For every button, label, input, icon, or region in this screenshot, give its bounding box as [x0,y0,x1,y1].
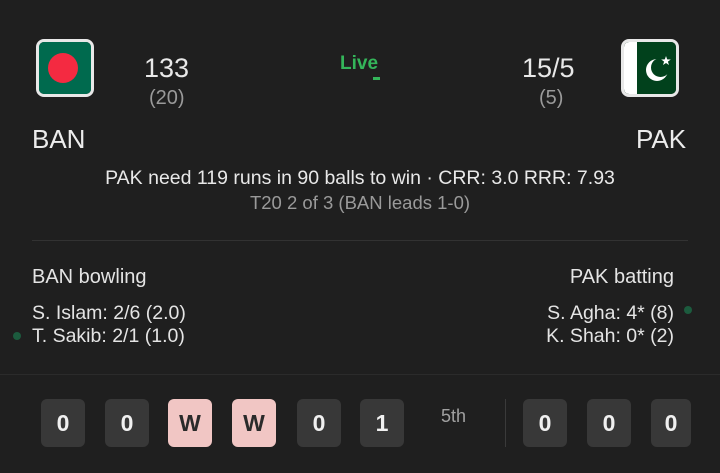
live-indicator [373,77,380,80]
live-status: Live [340,53,379,74]
bowler-row: S. Islam: 2/6 (2.0) [32,302,186,324]
ball-chip: 0 [105,399,149,447]
batter-row: S. Agha: 4* (8) [547,302,674,324]
batting-title: PAK batting [569,266,674,288]
ball-chip: 0 [587,399,631,447]
batter-row: K. Shah: 0* (2) [546,325,674,347]
bangladesh-flag-icon [36,39,94,97]
section-divider [32,240,688,241]
ball-chip: 0 [297,399,341,447]
bowler-row: T. Sakib: 2/1 (1.0) [32,325,185,347]
over-label: 5th [441,406,467,426]
away-team-code: PAK [636,124,687,154]
home-overs: (20) [149,87,185,109]
on-strike-dot [684,306,692,314]
timeline-divider [0,374,720,375]
pakistan-flag-icon [621,39,679,97]
ball-chip: 0 [651,399,691,447]
over-separator [505,399,506,447]
bowling-title: BAN bowling [32,266,147,288]
match-summary: PAK need 119 runs in 90 balls to win · C… [105,167,615,189]
wicket-ball-chip: W [232,399,276,447]
series-status: T20 2 of 3 (BAN leads 1-0) [249,192,471,213]
wicket-ball-chip: W [168,399,212,447]
ball-chip: 0 [41,399,85,447]
away-score: 15/5 [522,53,575,83]
active-bowler-dot [13,332,21,340]
ball-chip: 0 [523,399,567,447]
away-overs: (5) [539,87,564,109]
home-team-code: BAN [32,124,86,154]
home-score: 133 [144,53,190,83]
ball-chip: 1 [360,399,404,447]
